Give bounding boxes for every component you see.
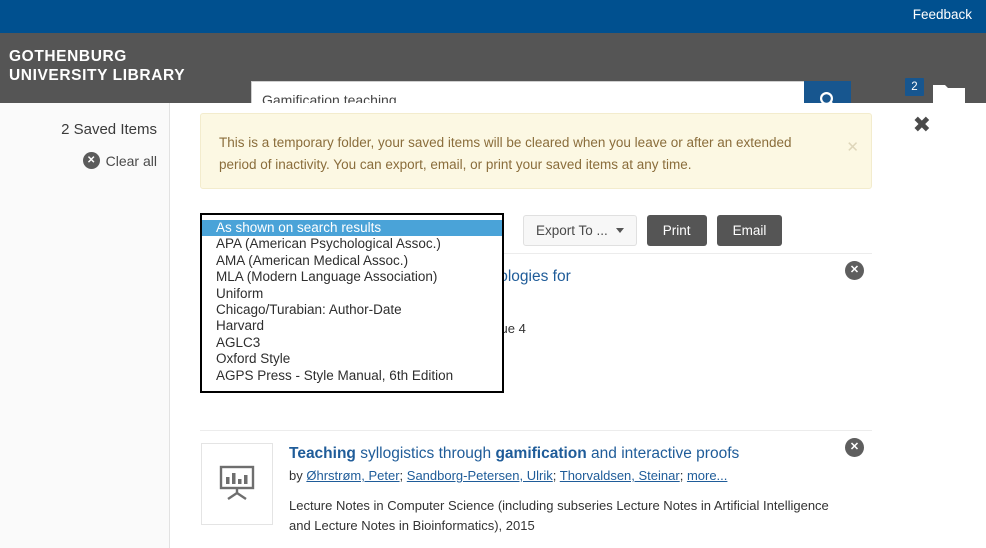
citation-style-option[interactable]: MLA (Modern Language Association) [202, 269, 502, 285]
clear-all-label: Clear all [105, 152, 157, 169]
citation-style-option[interactable]: As shown on search results [202, 220, 502, 237]
chevron-down-icon [615, 228, 624, 233]
feedback-link[interactable]: Feedback [913, 7, 972, 22]
remove-result-button[interactable]: ✕ [845, 437, 864, 457]
clear-all-button[interactable]: ✕ Clear all [0, 152, 169, 169]
page-root: Feedback GOTHENBURG UNIVERSITY LIBRARY 2 [0, 0, 986, 548]
presentation-chart-icon [215, 460, 259, 509]
author-link[interactable]: Øhrstrøm, Peter [306, 468, 399, 483]
circle-x-icon: ✕ [82, 152, 100, 169]
citation-style-option[interactable]: Harvard [202, 318, 502, 334]
folder-count-badge[interactable]: 2 [905, 77, 924, 96]
authors-list-1: Øhrstrøm, Peter; Sandborg-Petersen, Ulri… [306, 468, 728, 483]
citation-style-dropdown[interactable]: As shown on search results APA (American … [200, 213, 504, 393]
result-source: Lecture Notes in Computer Science (inclu… [289, 498, 829, 533]
brand-line-2: UNIVERSITY LIBRARY [9, 67, 186, 84]
notice-text: This is a temporary folder, your saved i… [219, 135, 792, 172]
citation-style-option[interactable]: APA (American Psychological Assoc.) [202, 236, 502, 252]
citation-style-option[interactable]: Uniform [202, 286, 502, 302]
circle-x-icon: ✕ [845, 261, 864, 280]
export-to-button[interactable]: Export To ... [523, 215, 637, 246]
export-to-label: Export To ... [536, 223, 608, 238]
citation-style-option[interactable]: AGLC3 [202, 335, 502, 351]
authors-prefix: by [289, 468, 303, 483]
more-authors-link[interactable]: more... [687, 468, 727, 483]
brand-line-1: GOTHENBURG [9, 48, 127, 65]
print-button[interactable]: Print [646, 215, 707, 246]
top-feedback-bar: Feedback [0, 0, 986, 33]
citation-style-option[interactable]: Chicago/Turabian: Author-Date [202, 302, 502, 318]
email-button[interactable]: Email [716, 215, 783, 246]
citation-style-options: As shown on search results APA (American … [202, 220, 502, 384]
temporary-folder-notice: This is a temporary folder, your saved i… [200, 113, 872, 189]
notice-close-icon[interactable]: ✕ [846, 140, 859, 155]
site-header: GOTHENBURG UNIVERSITY LIBRARY 2 [0, 33, 986, 119]
sidebar: 2 Saved Items ✕ Clear all [0, 103, 170, 548]
saved-items-count: 2 Saved Items [61, 121, 157, 138]
citation-style-option[interactable]: AMA (American Medical Assoc.) [202, 253, 502, 269]
citation-style-option[interactable]: Oxford Style [202, 351, 502, 367]
author-link[interactable]: Sandborg-Petersen, Ulrik [407, 468, 553, 483]
circle-x-icon: ✕ [845, 438, 864, 457]
result-authors: by Øhrstrøm, Peter; Sandborg-Petersen, U… [289, 466, 832, 486]
citation-style-option[interactable]: AGPS Press - Style Manual, 6th Edition [202, 368, 502, 384]
library-logo[interactable]: GOTHENBURG UNIVERSITY LIBRARY [9, 47, 185, 85]
close-icon[interactable]: ✖ [913, 115, 931, 137]
result-thumbnail [201, 443, 273, 525]
saved-result-item: Teaching syllogistics through gamificati… [200, 430, 872, 548]
author-link[interactable]: Thorvaldsen, Steinar [560, 468, 680, 483]
remove-result-button[interactable]: ✕ [845, 260, 864, 280]
result-title[interactable]: Teaching syllogistics through gamificati… [289, 443, 832, 464]
